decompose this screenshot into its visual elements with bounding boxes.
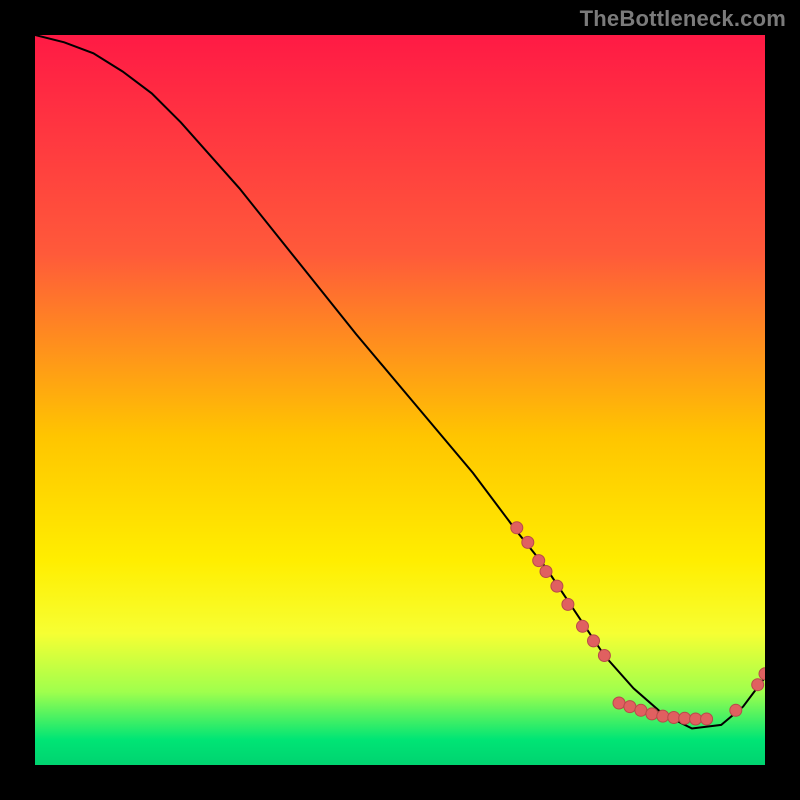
marker-point xyxy=(613,697,625,709)
marker-point xyxy=(551,580,563,592)
marker-point xyxy=(657,710,669,722)
marker-point xyxy=(588,635,600,647)
marker-point xyxy=(624,701,636,713)
marker-point xyxy=(562,598,574,610)
marker-point xyxy=(690,713,702,725)
watermark-text: TheBottleneck.com xyxy=(580,6,786,32)
marker-point xyxy=(668,712,680,724)
plot-area xyxy=(35,35,765,765)
marker-point xyxy=(598,650,610,662)
marker-point xyxy=(679,712,691,724)
marker-point xyxy=(577,620,589,632)
marker-point xyxy=(701,713,713,725)
marker-point xyxy=(646,708,658,720)
marker-point xyxy=(511,522,523,534)
marker-point xyxy=(522,536,534,548)
marker-point xyxy=(730,704,742,716)
chart-frame: TheBottleneck.com xyxy=(0,0,800,800)
gradient-background xyxy=(35,35,765,765)
marker-point xyxy=(533,555,545,567)
marker-point xyxy=(540,566,552,578)
marker-point xyxy=(752,679,764,691)
marker-point xyxy=(635,704,647,716)
plot-svg xyxy=(35,35,765,765)
